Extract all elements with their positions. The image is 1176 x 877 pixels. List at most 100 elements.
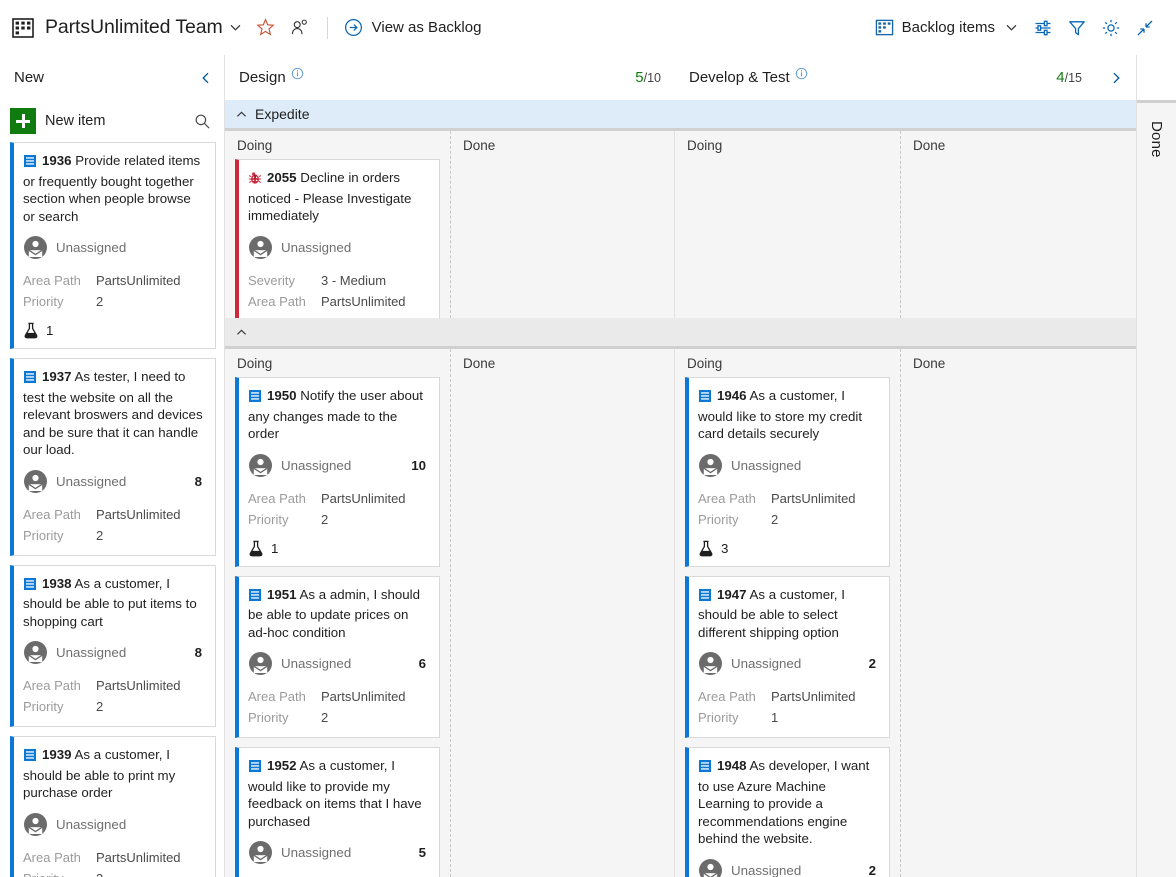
- card-id[interactable]: 2055: [267, 170, 297, 185]
- work-item-card[interactable]: 1946 As a customer, I would like to stor…: [685, 377, 890, 567]
- card-field-value[interactable]: PartsUnlimited: [771, 488, 856, 509]
- assignee-name: Unassigned: [56, 240, 127, 255]
- card-id[interactable]: 1937: [42, 369, 72, 384]
- card-field-value[interactable]: 1: [771, 707, 778, 728]
- work-item-card[interactable]: 1948 As developer, I want to use Azure M…: [685, 747, 890, 877]
- gear-icon[interactable]: [1094, 11, 1128, 45]
- view-as-backlog-label: View as Backlog: [371, 19, 482, 36]
- filter-funnel-icon[interactable]: [1060, 11, 1094, 45]
- expedite-develop-group: Doing Done: [675, 131, 1136, 318]
- work-item-card[interactable]: 1938 As a customer, I should be able to …: [10, 564, 216, 727]
- card-id[interactable]: 1952: [267, 758, 297, 773]
- avatar[interactable]: [248, 235, 273, 260]
- card-field-value[interactable]: PartsUnlimited: [96, 270, 181, 291]
- card-field-value[interactable]: PartsUnlimited: [321, 291, 406, 312]
- story-points[interactable]: 8: [195, 645, 204, 660]
- card-field-value[interactable]: 2: [96, 525, 103, 546]
- card-field-value[interactable]: PartsUnlimited: [321, 488, 406, 509]
- swimlane-default-collapse-chevron-up-icon[interactable]: [235, 326, 247, 338]
- card-tests-row[interactable]: 3: [698, 540, 878, 557]
- card-assignee-row: Unassigned: [23, 812, 204, 837]
- card-tests-row[interactable]: 1: [248, 540, 428, 557]
- work-item-card[interactable]: 2055 Decline in orders noticed - Please …: [235, 159, 440, 318]
- avatar[interactable]: [698, 651, 723, 676]
- avatar[interactable]: [698, 453, 723, 478]
- card-field-value[interactable]: 2: [96, 696, 103, 717]
- done-column-expand-chevron-right-icon[interactable]: [1096, 55, 1136, 100]
- avatar[interactable]: [248, 651, 273, 676]
- search-icon[interactable]: [188, 107, 216, 135]
- team-name: PartsUnlimited Team: [45, 16, 223, 38]
- new-column-collapse-chevron-left-icon[interactable]: [194, 66, 218, 90]
- card-id[interactable]: 1939: [42, 747, 72, 762]
- card-tests-row[interactable]: 1: [23, 322, 204, 339]
- board-grid-icon: [12, 17, 34, 39]
- develop-test-info-circle-icon[interactable]: [795, 67, 808, 80]
- card-id[interactable]: 1948: [717, 758, 747, 773]
- design-wip-limit: 5/10: [635, 69, 661, 86]
- story-points[interactable]: 2: [869, 656, 878, 671]
- card-id[interactable]: 1936: [42, 153, 72, 168]
- card-fields: Area Path PartsUnlimited Priority 1: [698, 686, 878, 728]
- board-settings-sliders-icon[interactable]: [1026, 11, 1060, 45]
- card-title-row: 1937 As tester, I need to test the websi…: [23, 368, 204, 459]
- subcolumn-label: Done: [463, 355, 496, 371]
- card-field-value[interactable]: PartsUnlimited: [96, 675, 181, 696]
- work-item-card[interactable]: 1939 As a customer, I should be able to …: [10, 736, 216, 877]
- card-assignee-row: Unassigned: [698, 453, 878, 478]
- card-field-value[interactable]: PartsUnlimited: [96, 847, 181, 868]
- avatar[interactable]: [23, 812, 48, 837]
- work-item-card[interactable]: 1936 Provide related items or frequently…: [10, 142, 216, 349]
- team-dropdown-chevron-down-icon[interactable]: [223, 13, 249, 43]
- develop-test-wip-limit: 4/15: [1056, 69, 1082, 86]
- card-field-value[interactable]: PartsUnlimited: [771, 686, 856, 707]
- avatar[interactable]: [23, 640, 48, 665]
- card-field-value[interactable]: 2: [321, 509, 328, 530]
- story-points[interactable]: 8: [195, 474, 204, 489]
- card-id[interactable]: 1938: [42, 576, 72, 591]
- card-title-row: 1947 As a customer, I should be able to …: [698, 586, 878, 642]
- test-count: 1: [46, 323, 54, 338]
- fullscreen-collapse-arrows-icon[interactable]: [1128, 11, 1162, 45]
- done-column-collapsed-rail[interactable]: Done: [1136, 55, 1176, 877]
- team-members-people-icon[interactable]: [283, 11, 317, 45]
- story-points[interactable]: 6: [419, 656, 428, 671]
- favorite-star-icon[interactable]: [249, 11, 283, 45]
- avatar[interactable]: [698, 858, 723, 877]
- card-field-value[interactable]: PartsUnlimited: [96, 504, 181, 525]
- avatar[interactable]: [23, 235, 48, 260]
- work-item-card[interactable]: 1937 As tester, I need to test the websi…: [10, 358, 216, 556]
- story-points[interactable]: 10: [411, 458, 428, 473]
- new-item-button[interactable]: New item: [10, 108, 188, 134]
- default-develop-done-cards: [901, 377, 1136, 877]
- card-id[interactable]: 1947: [717, 587, 747, 602]
- card-field-label: Area Path: [698, 490, 756, 506]
- work-item-card[interactable]: 1951 As a admin, I should be able to upd…: [235, 575, 440, 738]
- backlog-level-picker[interactable]: Backlog items: [869, 14, 1022, 41]
- swimlane-expedite-collapse-chevron-up-icon[interactable]: [235, 108, 247, 120]
- story-points[interactable]: 2: [869, 863, 878, 877]
- default-design-doing-header: Doing: [225, 349, 450, 377]
- expedite-design-done-column: Done: [450, 131, 674, 318]
- card-field-value[interactable]: 2: [771, 509, 778, 530]
- story-points[interactable]: 5: [419, 845, 428, 860]
- view-as-backlog-button[interactable]: View as Backlog: [338, 14, 488, 41]
- work-item-card[interactable]: 1950 Notify the user about any changes m…: [235, 377, 440, 567]
- avatar[interactable]: [23, 469, 48, 494]
- arrow-right-circle-icon: [344, 18, 363, 37]
- avatar[interactable]: [248, 453, 273, 478]
- card-field-value[interactable]: 2: [96, 291, 103, 312]
- card-id[interactable]: 1951: [267, 587, 297, 602]
- card-id[interactable]: 1946: [717, 388, 747, 403]
- card-field-row: Area Path PartsUnlimited: [23, 270, 204, 291]
- card-field-value[interactable]: 2: [96, 868, 103, 877]
- avatar[interactable]: [248, 840, 273, 865]
- card-field-value[interactable]: 2: [321, 707, 328, 728]
- card-field-value[interactable]: PartsUnlimited: [321, 686, 406, 707]
- design-info-circle-icon[interactable]: [291, 67, 304, 80]
- card-id[interactable]: 1950: [267, 388, 297, 403]
- card-field-value[interactable]: 3 - Medium: [321, 270, 386, 291]
- work-item-card[interactable]: 1947 As a customer, I should be able to …: [685, 575, 890, 738]
- expedite-design-doing-cards: 2055 Decline in orders noticed - Please …: [225, 159, 450, 318]
- work-item-card[interactable]: 1952 As a customer, I would like to prov…: [235, 747, 440, 877]
